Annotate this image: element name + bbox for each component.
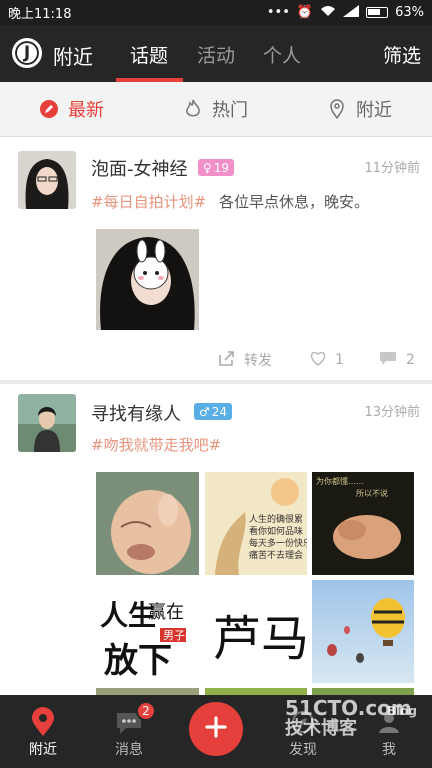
author-name[interactable]: 泡面-女神经 <box>91 155 188 181</box>
more-dots-icon: ••• <box>266 5 290 20</box>
grid-photo-baby[interactable] <box>96 472 199 575</box>
grid-photo-hands[interactable]: 为你都懂…… 所以不说 <box>312 472 414 575</box>
grid-photo-partial[interactable] <box>312 688 414 695</box>
plus-icon <box>205 716 227 742</box>
grid-photo-text[interactable]: 芦马 <box>205 580 307 683</box>
like-count: 1 <box>335 352 344 368</box>
status-icons: ••• ⏰ 63% <box>266 4 424 21</box>
heart-icon <box>309 350 327 370</box>
svg-text:芦马: 芦马 <box>213 611 307 667</box>
repost-label: 转发 <box>244 353 272 369</box>
repost-action[interactable]: 转发 <box>218 350 272 370</box>
grid-photo-illustration[interactable]: 人生的确很累 看你如何品味 每天多一份快乐 痛苦不去理会 <box>205 472 307 575</box>
top-app-bar: J 附近 话题 活动 个人 筛选 <box>0 25 432 82</box>
filter-button[interactable]: 筛选 <box>383 41 421 68</box>
svg-text:为你都懂……: 为你都懂…… <box>316 476 364 486</box>
nav-label: 附近 <box>29 742 57 758</box>
nav-label: 我 <box>382 742 396 758</box>
post-card[interactable]: 寻找有缘人 ♂ 24 13分钟前 #吻我就带走我吧# 人生的确很累 看你如何品味… <box>0 384 432 695</box>
topic-tag[interactable]: #吻我就带走我吧# <box>91 434 221 455</box>
post-card[interactable]: 泡面-女神经 ♀ 19 11分钟前 #每日自拍计划# 各位早点休息，晚安。 转发… <box>0 138 432 380</box>
watermark-subtitle: 技术博客 <box>285 718 357 739</box>
location-pin-icon <box>30 707 56 741</box>
age-gender-badge: ♀ 19 <box>198 159 235 176</box>
comment-count: 2 <box>406 352 415 368</box>
add-post-button[interactable] <box>189 702 243 756</box>
topic-tag[interactable]: #每日自拍计划# <box>91 191 206 212</box>
svg-text:赢在: 赢在 <box>148 601 184 623</box>
grid-photo-calligraphy[interactable]: 人生 赢在 男子 放下 <box>96 580 199 683</box>
tab-events[interactable]: 活动 <box>197 41 235 68</box>
sub-tab-bar: 最新 热门 附近 <box>0 82 432 137</box>
like-action[interactable]: 1 <box>309 350 344 370</box>
svg-text:放下: 放下 <box>104 641 172 681</box>
svg-text:所以不说: 所以不说 <box>356 488 388 498</box>
svg-text:每天多一份快乐: 每天多一份快乐 <box>249 537 307 549</box>
subtab-latest[interactable]: 最新 <box>0 82 144 136</box>
post-text: 各位早点休息，晚安。 <box>219 193 370 211</box>
age-value: 24 <box>211 404 228 419</box>
wifi-icon <box>320 5 336 21</box>
location-pin-icon <box>328 99 346 119</box>
comment-action[interactable]: 2 <box>378 350 415 370</box>
age-value: 19 <box>213 160 230 175</box>
grid-photo-partial[interactable] <box>96 688 199 695</box>
share-icon <box>218 350 236 370</box>
subtab-hot[interactable]: 热门 <box>144 82 288 136</box>
tab-topics[interactable]: 话题 <box>130 41 168 68</box>
watermark: 51CTO.com 技术博客 Blog <box>285 697 425 739</box>
male-icon: ♂ <box>199 404 210 419</box>
watermark-blog: Blog <box>386 704 417 718</box>
status-time: 晚上11:18 <box>8 7 72 22</box>
app-logo[interactable]: J <box>12 38 42 68</box>
nav-item-nearby[interactable]: 附近 <box>0 695 86 768</box>
svg-text:人生的确很累: 人生的确很累 <box>249 513 303 525</box>
svg-text:痛苦不去理会: 痛苦不去理会 <box>249 549 303 561</box>
age-gender-badge: ♂ 24 <box>194 403 233 420</box>
avatar[interactable] <box>18 151 76 209</box>
pencil-icon <box>40 100 58 118</box>
post-time: 13分钟前 <box>364 405 420 420</box>
author-name[interactable]: 寻找有缘人 <box>91 400 181 426</box>
grid-photo-partial[interactable] <box>205 688 307 695</box>
tab-personal[interactable]: 个人 <box>263 41 301 68</box>
subtab-label: 附近 <box>356 100 392 121</box>
nav-label: 消息 <box>115 742 143 758</box>
post-time: 11分钟前 <box>364 161 420 176</box>
female-icon: ♀ <box>203 160 212 175</box>
status-bar: 晚上11:18 ••• ⏰ 63% <box>0 0 432 25</box>
subtab-nearby[interactable]: 附近 <box>288 82 432 136</box>
nav-label: 发现 <box>289 742 317 758</box>
svg-text:看你如何品味: 看你如何品味 <box>249 525 303 537</box>
battery-icon <box>366 7 389 18</box>
avatar[interactable] <box>18 394 76 452</box>
comment-icon <box>378 350 398 370</box>
alarm-icon: ⏰ <box>296 5 314 20</box>
grid-photo-balloons[interactable] <box>312 580 414 683</box>
post-photo[interactable] <box>96 229 199 330</box>
subtab-label: 最新 <box>68 100 104 121</box>
flame-icon <box>184 99 202 118</box>
battery-level: 63% <box>395 5 424 20</box>
nav-item-messages[interactable]: 消息 <box>86 695 172 768</box>
location-title[interactable]: 附近 <box>53 41 93 70</box>
message-badge: 2 <box>136 701 156 721</box>
subtab-label: 热门 <box>212 100 248 121</box>
signal-icon <box>343 4 360 21</box>
